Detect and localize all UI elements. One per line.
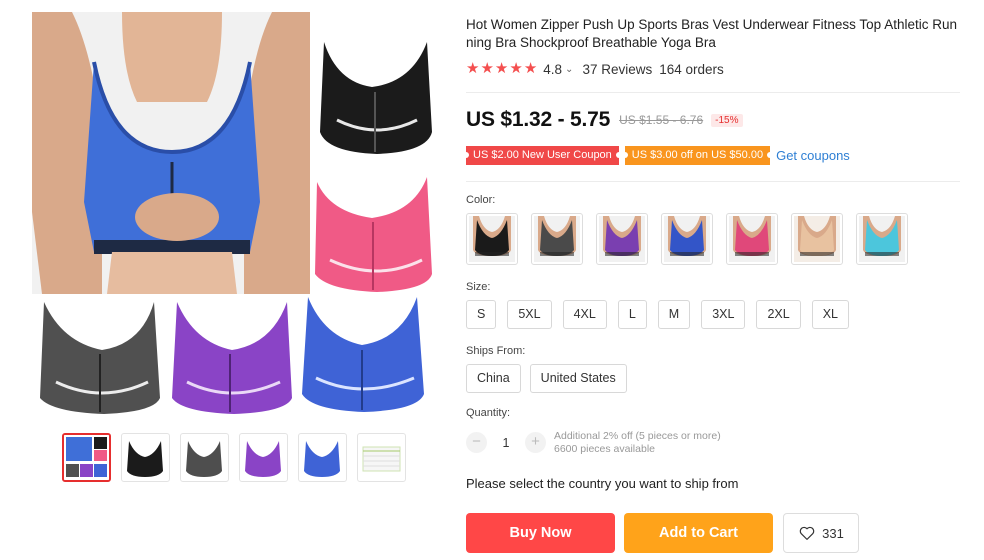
star-icon: ★ <box>509 60 523 77</box>
color-swatch-nude[interactable] <box>791 213 843 265</box>
blue-bra-thumbnail <box>664 216 710 262</box>
thumbnail-purple[interactable] <box>239 433 288 482</box>
rating-row: ★ ★ ★ ★ ★ 4.8 ⌄ 37 Reviews 164 orders <box>466 60 724 78</box>
thumbnail-collage[interactable] <box>62 433 111 482</box>
nude-bra-thumbnail <box>794 216 840 262</box>
size-option[interactable]: XL <box>811 300 850 329</box>
ships-from-options: China United States <box>466 364 627 393</box>
size-option[interactable]: 2XL <box>756 300 801 329</box>
rose-bra-thumbnail <box>729 216 775 262</box>
reviews-count[interactable]: 37 Reviews <box>582 62 652 77</box>
wishlist-count: 331 <box>822 525 844 541</box>
discount-badge: -15% <box>711 113 743 127</box>
quantity-value[interactable]: 1 <box>487 436 525 450</box>
store-coupon[interactable]: US $3.00 off on US $50.00 <box>621 146 774 165</box>
product-title: Hot Women Zipper Push Up Sports Bras Ves… <box>466 17 957 50</box>
sky-bra-thumbnail <box>859 216 905 262</box>
thumbnail-size-chart[interactable] <box>357 433 406 482</box>
increase-quantity-button[interactable]: + <box>525 432 546 453</box>
quantity-stepper: − 1 + Additional 2% off (5 pieces or mor… <box>466 430 721 455</box>
divider <box>466 92 960 93</box>
purple-bra-thumbnail <box>599 216 645 262</box>
color-swatch-rose[interactable] <box>726 213 778 265</box>
size-option[interactable]: S <box>466 300 497 329</box>
price-row: US $1.32 - 5.75 US $1.55 - 6.76 -15% <box>466 108 743 132</box>
bulk-discount-note: Additional 2% off (5 pieces or more) <box>554 430 721 442</box>
add-to-cart-button[interactable]: Add to Cart <box>624 513 773 553</box>
size-option[interactable]: 4XL <box>562 300 607 329</box>
color-swatch-blue[interactable] <box>661 213 713 265</box>
size-label: Size: <box>466 281 491 293</box>
black-bra-thumbnail <box>469 216 515 262</box>
star-rating[interactable]: ★ ★ ★ ★ ★ <box>466 60 537 78</box>
ships-from-label: Ships From: <box>466 345 526 357</box>
model-photo <box>32 12 310 294</box>
quantity-note: Additional 2% off (5 pieces or more) 660… <box>554 430 721 455</box>
divider <box>466 181 960 182</box>
star-icon: ★ <box>480 60 494 77</box>
size-option[interactable]: M <box>657 300 691 329</box>
color-swatch-sky[interactable] <box>856 213 908 265</box>
heart-icon <box>799 526 815 540</box>
star-icon: ★ <box>466 60 480 77</box>
thumbnail-blue[interactable] <box>298 433 347 482</box>
size-option[interactable]: 5XL <box>507 300 552 329</box>
color-swatch-black[interactable] <box>466 213 518 265</box>
orders-count: 164 orders <box>659 61 724 77</box>
color-swatch-gray[interactable] <box>531 213 583 265</box>
rating-value[interactable]: 4.8 <box>543 62 562 77</box>
thumbnail-strip <box>62 433 406 482</box>
size-option[interactable]: L <box>617 300 647 329</box>
ship-country-message: Please select the country you want to sh… <box>466 476 739 491</box>
action-buttons: Buy Now Add to Cart 331 <box>466 513 859 553</box>
coupon-row: US $2.00 New User Coupon US $3.00 off on… <box>463 146 850 165</box>
chevron-down-icon[interactable]: ⌄ <box>565 64 573 75</box>
star-icon: ★ <box>494 60 509 77</box>
decrease-quantity-button[interactable]: − <box>466 432 487 453</box>
size-option[interactable]: 3XL <box>701 300 746 329</box>
new-user-coupon[interactable]: US $2.00 New User Coupon <box>463 146 622 165</box>
get-coupons-link[interactable]: Get coupons <box>776 148 850 163</box>
size-options: S 5XL 4XL L M 3XL 2XL XL <box>466 300 850 329</box>
main-product-image[interactable] <box>32 12 442 422</box>
star-icon: ★ <box>523 60 538 77</box>
thumbnail-black[interactable] <box>121 433 170 482</box>
current-price: US $1.32 - 5.75 <box>466 108 611 131</box>
original-price: US $1.55 - 6.76 <box>619 113 704 127</box>
ships-from-option[interactable]: China <box>466 364 521 393</box>
thumbnail-gray[interactable] <box>180 433 229 482</box>
ships-from-option[interactable]: United States <box>529 364 627 393</box>
color-label: Color: <box>466 194 496 206</box>
color-swatch-purple[interactable] <box>596 213 648 265</box>
wishlist-button[interactable]: 331 <box>783 513 859 553</box>
stock-available: 6600 pieces available <box>554 442 655 455</box>
buy-now-button[interactable]: Buy Now <box>466 513 615 553</box>
gray-bra-thumbnail <box>534 216 580 262</box>
quantity-label: Quantity: <box>466 407 511 419</box>
color-options <box>466 213 908 265</box>
